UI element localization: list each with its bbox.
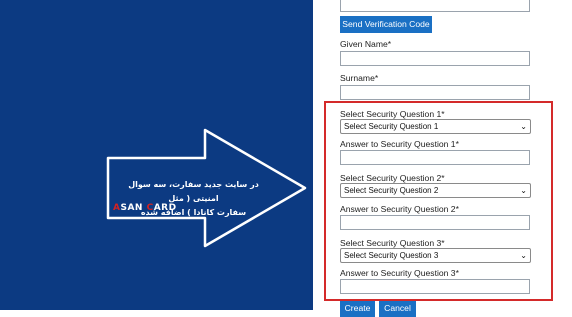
cancel-button[interactable]: Cancel bbox=[379, 300, 416, 317]
given-name-label: Given Name* bbox=[340, 39, 392, 49]
surname-label: Surname* bbox=[340, 73, 379, 83]
email-field[interactable] bbox=[340, 0, 530, 12]
surname-field[interactable] bbox=[340, 85, 530, 100]
asancard-logo: ASAN CARD bbox=[113, 203, 177, 213]
send-verification-code-button[interactable]: Send Verification Code bbox=[340, 16, 432, 33]
given-name-field[interactable] bbox=[340, 51, 530, 66]
callout-line-1: در سایت جدید سفارت، سه سوال امنیتی ( مثل bbox=[128, 180, 259, 203]
create-button[interactable]: Create bbox=[340, 300, 375, 317]
arrow-right-icon bbox=[106, 128, 307, 248]
security-questions-highlight bbox=[324, 101, 553, 301]
callout-text: در سایت جدید سفارت، سه سوال امنیتی ( مثل… bbox=[116, 178, 271, 220]
